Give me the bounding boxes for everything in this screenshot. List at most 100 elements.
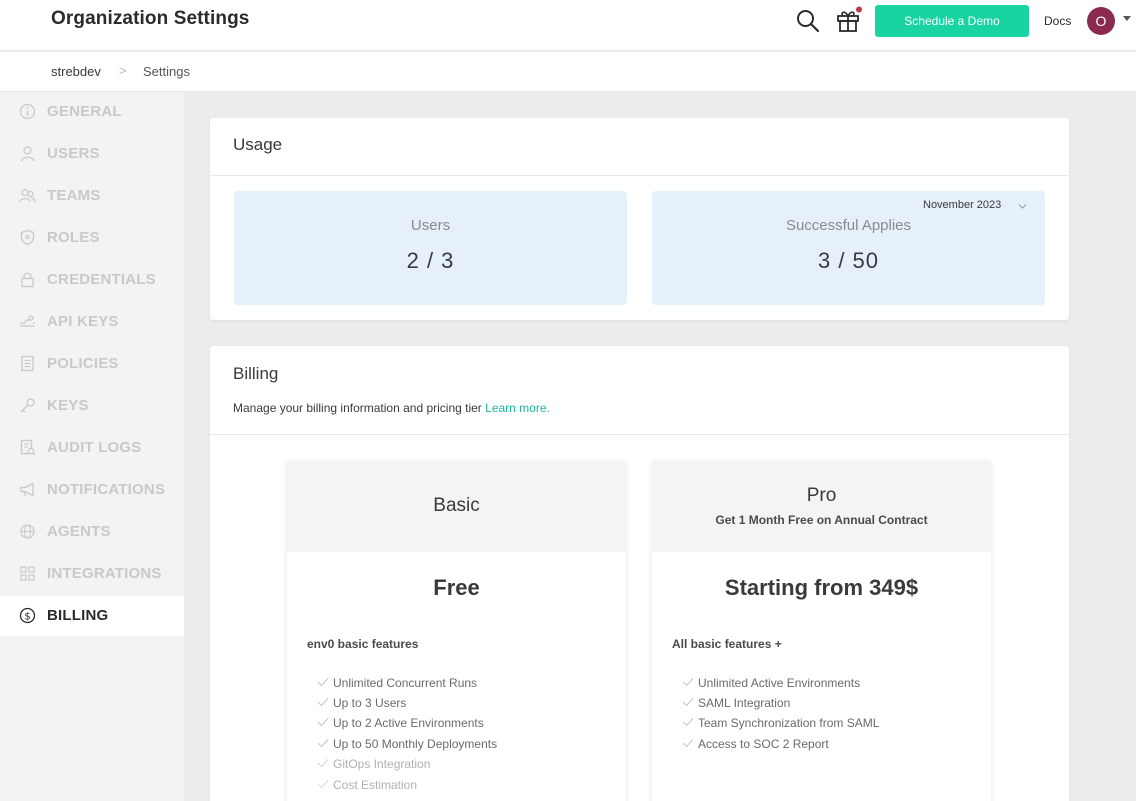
billing-description: Manage your billing information and pric… [233, 401, 550, 415]
users-stat-label: Users [410, 217, 451, 234]
sidebar-item-label: CREDENTIALS [47, 271, 156, 288]
plan-price: Free [433, 575, 480, 600]
sidebar-item-label: USERS [47, 145, 100, 162]
grid-icon [20, 566, 35, 581]
info-icon [19, 103, 36, 120]
sidebar-item-label: AGENTS [47, 523, 111, 540]
sidebar-item-keys[interactable]: KEYS [0, 386, 184, 426]
feature-item: Up to 50 Monthly Deployments [317, 737, 497, 751]
users-stat: Users 2 / 3 [234, 191, 627, 305]
feature-item: Team Synchronization from SAML [682, 716, 879, 730]
settings-sidebar: GENERAL USERS TEAMS ROLES CREDENTIALS AP… [0, 92, 184, 801]
sidebar-item-label: API KEYS [47, 313, 119, 330]
feature-item: Up to 2 Active Environments [317, 716, 484, 730]
key-icon [20, 398, 35, 413]
breadcrumb-separator: > [119, 63, 127, 78]
breadcrumb: strebdev > Settings [0, 52, 1136, 92]
audit-log-icon [20, 439, 36, 456]
sidebar-item-credentials[interactable]: CREDENTIALS [0, 260, 184, 300]
top-header: Organization Settings Schedule a Demo Do… [0, 0, 1136, 51]
plan-header: Pro Get 1 Month Free on Annual Contract [652, 461, 991, 552]
check-icon [682, 718, 694, 727]
feature-item: Unlimited Active Environments [682, 676, 860, 690]
billing-card: Billing Manage your billing information … [210, 346, 1069, 801]
usage-card: Usage Users 2 / 3 November 2023 Successf… [210, 118, 1069, 320]
learn-more-link[interactable]: Learn more. [485, 401, 550, 415]
billing-description-text: Manage your billing information and pric… [233, 401, 482, 415]
sidebar-item-agents[interactable]: AGENTS [0, 512, 184, 552]
check-icon [682, 698, 694, 707]
breadcrumb-org-link[interactable]: strebdev [51, 64, 101, 79]
check-icon [682, 678, 694, 687]
sidebar-item-policies[interactable]: POLICIES [0, 344, 184, 384]
api-key-icon [20, 315, 35, 327]
check-icon [317, 678, 329, 687]
billing-title: Billing [233, 364, 279, 383]
month-select[interactable]: November 2023 [923, 199, 1001, 211]
feature-item: GitOps Integration [317, 757, 430, 771]
feature-item: SAML Integration [682, 696, 790, 710]
sidebar-item-label: GENERAL [47, 103, 122, 120]
sidebar-item-label: INTEGRATIONS [47, 565, 162, 582]
team-icon [19, 188, 36, 203]
chevron-down-icon[interactable] [1123, 16, 1131, 21]
sidebar-item-api-keys[interactable]: API KEYS [0, 302, 184, 342]
users-stat-value: 2 / 3 [406, 248, 455, 273]
plan-card-basic[interactable]: Basic Free env0 basic features Unlimited… [287, 461, 626, 801]
plan-price: Starting from 349$ [724, 575, 919, 600]
usage-title: Usage [233, 135, 283, 154]
schedule-demo-button[interactable]: Schedule a Demo [875, 5, 1029, 37]
sidebar-item-label: BILLING [47, 607, 109, 624]
plan-features-heading: env0 basic features [307, 637, 419, 651]
shield-icon [20, 229, 35, 246]
agent-icon [20, 524, 35, 539]
search-icon[interactable] [795, 8, 821, 34]
sidebar-item-roles[interactable]: ROLES [0, 218, 184, 258]
plan-name: Pro [806, 485, 837, 506]
sidebar-item-billing[interactable]: $ BILLING [0, 596, 184, 636]
plan-card-pro[interactable]: Pro Get 1 Month Free on Annual Contract … [652, 461, 991, 801]
sidebar-item-label: TEAMS [47, 187, 101, 204]
sidebar-item-label: ROLES [47, 229, 100, 246]
sidebar-item-label: KEYS [47, 397, 89, 414]
gift-icon[interactable] [835, 6, 863, 34]
notification-dot [856, 6, 862, 13]
main-content: Usage Users 2 / 3 November 2023 Successf… [184, 92, 1136, 801]
feature-item: Up to 3 Users [317, 696, 406, 710]
divider [210, 175, 1069, 176]
page-title: Organization Settings [51, 8, 250, 29]
check-icon [682, 739, 694, 748]
divider [210, 434, 1069, 435]
plan-features-heading: All basic features + [672, 637, 782, 651]
docs-link[interactable]: Docs [1044, 14, 1071, 28]
plan-subtitle: Get 1 Month Free on Annual Contract [715, 513, 928, 527]
plan-name: Basic [433, 495, 480, 516]
check-icon [317, 780, 329, 789]
check-icon [317, 718, 329, 727]
dollar-icon: $ [19, 607, 36, 624]
sidebar-item-label: NOTIFICATIONS [47, 481, 166, 498]
sidebar-item-label: POLICIES [47, 355, 119, 372]
lock-icon [21, 272, 34, 288]
avatar[interactable]: O [1087, 7, 1115, 35]
feature-item: Cost Estimation [317, 778, 417, 792]
feature-item: Access to SOC 2 Report [682, 737, 829, 751]
sidebar-item-integrations[interactable]: INTEGRATIONS [0, 554, 184, 594]
sidebar-item-general[interactable]: GENERAL [0, 92, 184, 132]
check-icon [317, 759, 329, 768]
breadcrumb-current: Settings [143, 64, 190, 79]
applies-stat-value: 3 / 50 [817, 248, 880, 273]
check-icon [317, 739, 329, 748]
sidebar-item-teams[interactable]: TEAMS [0, 176, 184, 216]
sidebar-item-notifications[interactable]: NOTIFICATIONS [0, 470, 184, 510]
megaphone-icon [20, 482, 34, 497]
svg-text:$: $ [24, 611, 30, 622]
document-icon [21, 355, 34, 372]
sidebar-item-users[interactable]: USERS [0, 134, 184, 174]
user-icon [20, 146, 35, 162]
sidebar-item-label: AUDIT LOGS [47, 439, 142, 456]
applies-stat-label: Successful Applies [785, 217, 912, 234]
chevron-down-icon[interactable] [1018, 202, 1027, 211]
feature-item: Unlimited Concurrent Runs [317, 676, 477, 690]
sidebar-item-audit-logs[interactable]: AUDIT LOGS [0, 428, 184, 468]
